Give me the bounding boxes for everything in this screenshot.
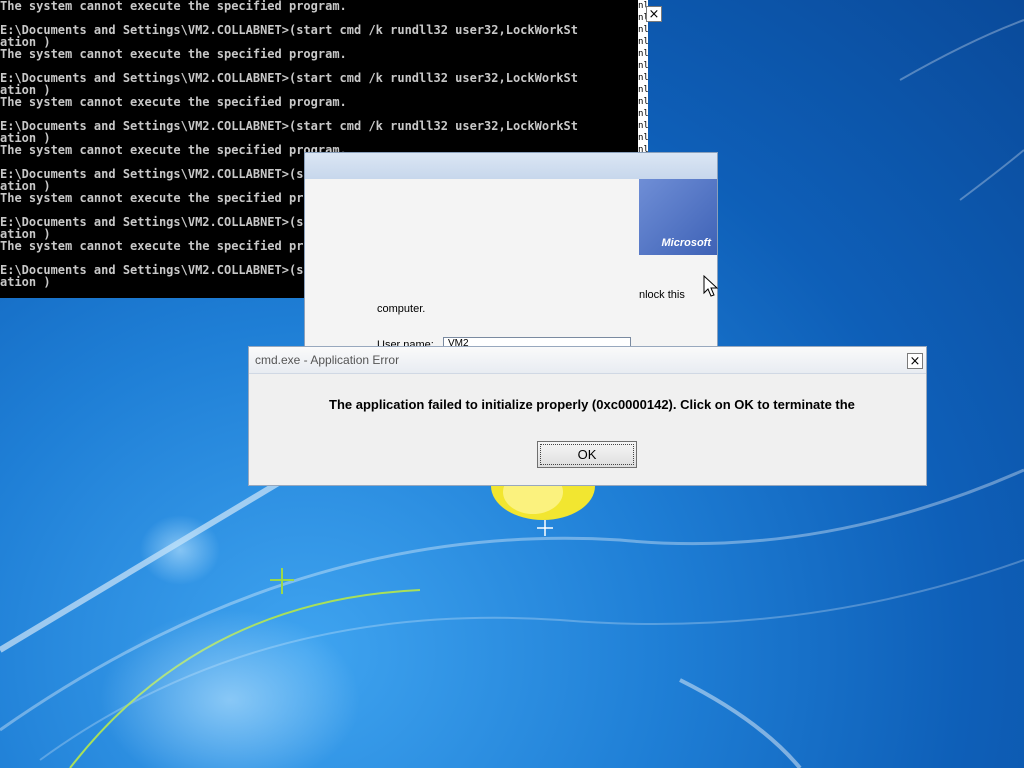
flower-graphic xyxy=(491,478,595,520)
microsoft-logo: Microsoft xyxy=(661,237,712,249)
error-message: The application failed to initialize pro… xyxy=(329,397,855,412)
lock-dialog-body: computer. xyxy=(377,303,426,315)
console-line: E:\Documents and Settings\VM2.COLLABNET>… xyxy=(0,71,578,85)
console-close-button[interactable]: × xyxy=(646,6,662,22)
error-dialog-titlebar[interactable]: cmd.exe - Application Error xyxy=(249,347,926,374)
application-error-dialog: cmd.exe - Application Error × The applic… xyxy=(248,346,927,486)
windows-banner: Microsoft xyxy=(639,179,717,255)
lock-dialog-text: nlock this xyxy=(639,289,685,301)
lock-dialog-titlebar xyxy=(305,153,717,179)
mouse-cursor-icon xyxy=(703,275,719,297)
console-line: The system cannot execute the specified … xyxy=(0,0,347,13)
console-line: E:\Documents and Settings\VM2.COLLABNET>… xyxy=(0,119,578,133)
ok-button[interactable]: OK xyxy=(537,441,637,468)
console-line: E:\Documents and Settings\VM2.COLLABNET>… xyxy=(0,23,578,37)
error-dialog-close-button[interactable]: × xyxy=(907,353,923,369)
console-line: The system cannot execute the specified … xyxy=(0,47,347,61)
console-line: The system cannot execute the specified … xyxy=(0,95,347,109)
lock-computer-dialog: Microsoft nlock this computer. User name… xyxy=(304,152,718,352)
error-dialog-title: cmd.exe - Application Error xyxy=(255,353,400,367)
